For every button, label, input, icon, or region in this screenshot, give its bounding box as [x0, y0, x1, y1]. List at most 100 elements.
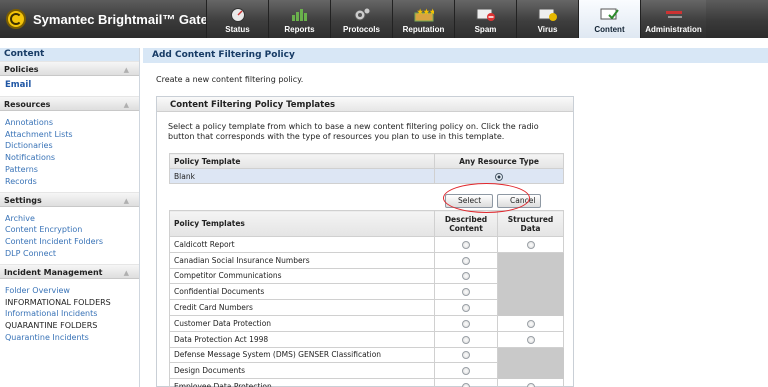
collapse-icon[interactable]: ▲ [124, 101, 129, 109]
blank-radio[interactable] [495, 172, 503, 181]
stars-icon: ★★★ [414, 6, 436, 22]
col-policy-template: Policy Template [169, 153, 435, 169]
panel-description: Select a policy template from which to b… [168, 122, 539, 141]
nav-section-resources[interactable]: Resources ▲ [0, 95, 139, 111]
tab-virus[interactable]: Virus [516, 0, 578, 38]
table-row[interactable]: Caldicott Report [169, 236, 564, 253]
nav-section-label: Resources [4, 99, 51, 109]
described-content-radio[interactable] [462, 351, 470, 360]
described-content-radio[interactable] [462, 272, 470, 281]
sidebar-item-quarantine-folders: QUARANTINE FOLDERS [5, 321, 98, 331]
sidebar-item-dlp-connect[interactable]: DLP Connect [0, 248, 139, 260]
sidebar-item-notifications[interactable]: Notifications [0, 152, 139, 164]
main-tabs: Status Reports Protocols ★★★ Reputation Spam V… [206, 0, 706, 38]
tab-label: Content [594, 25, 625, 34]
table-row[interactable]: Competitor Communications [169, 267, 564, 285]
template-name: Confidential Documents [169, 283, 435, 301]
tab-spam[interactable]: Spam [454, 0, 516, 38]
collapse-icon[interactable]: ▲ [124, 66, 129, 74]
tab-label: Reputation [402, 25, 445, 34]
bar-chart-icon [290, 6, 310, 22]
table-row[interactable]: Design Documents [169, 362, 564, 380]
nav-section-label: Incident Management [4, 267, 103, 277]
described-content-radio[interactable] [462, 335, 470, 344]
table-row[interactable]: Credit Card Numbers [169, 299, 564, 316]
tab-label: Status [225, 25, 250, 34]
sidebar-item-records[interactable]: Records [0, 176, 139, 188]
tab-protocols[interactable]: Protocols [330, 0, 392, 38]
described-content-radio[interactable] [462, 367, 470, 376]
sidebar-item-folder-overview[interactable]: Folder Overview [0, 285, 139, 297]
sidebar-item-attachment-lists[interactable]: Attachment Lists [0, 129, 139, 141]
tab-reputation[interactable]: ★★★ Reputation [392, 0, 454, 38]
collapse-icon[interactable]: ▲ [124, 269, 129, 277]
table-row[interactable]: Defense Message System (DMS) GENSER Clas… [169, 346, 564, 364]
described-content-radio[interactable] [462, 383, 470, 387]
sidebar-item-archive[interactable]: Archive [0, 213, 139, 225]
col-described-content: Described Content [434, 210, 498, 237]
structured-data-radio[interactable] [526, 319, 535, 328]
sidebar-item-patterns[interactable]: Patterns [0, 164, 139, 176]
tab-label: Virus [537, 25, 558, 34]
col-policy-templates: Policy Templates [169, 210, 435, 237]
blank-template-table: Policy Template Any Resource Type Blank [169, 153, 564, 184]
template-name: Data Protection Act 1998 [169, 330, 435, 348]
structured-data-radio[interactable] [526, 383, 535, 387]
col-structured-data: Structured Data [497, 210, 564, 237]
sidebar-item-informational-incidents[interactable]: Informational Incidents [0, 308, 139, 320]
nav-title: Content [0, 48, 139, 61]
mail-check-icon [600, 6, 620, 22]
table-row[interactable]: Customer Data Protection [169, 314, 564, 332]
sidebar-item-content-encryption[interactable]: Content Encryption [0, 224, 139, 236]
table-row[interactable]: Employee Data Protection [169, 378, 564, 387]
nav-section-incident-management[interactable]: Incident Management ▲ [0, 263, 139, 279]
sidebar-item-content-incident-folders[interactable]: Content Incident Folders [0, 236, 139, 248]
gears-icon [352, 6, 372, 22]
nav-section-policies[interactable]: Policies ▲ [0, 61, 139, 76]
panel-title: Content Filtering Policy Templates [157, 97, 573, 112]
table-row[interactable]: Blank [169, 168, 564, 184]
col-any-resource: Any Resource Type [434, 153, 564, 169]
tab-label: Spam [474, 25, 497, 34]
left-nav: Content Policies ▲ Email Resources ▲ Annotati… [0, 48, 140, 387]
sidebar-item-informational-folders: INFORMATIONAL FOLDERS [5, 297, 111, 307]
described-content-radio[interactable] [462, 319, 470, 328]
policy-templates-table: Policy Templates Described Content Struc… [169, 210, 564, 387]
tab-content[interactable]: Content [578, 0, 640, 38]
tab-label: Administration [645, 25, 702, 34]
sidebar-item-quarantine-incidents[interactable]: Quarantine Incidents [0, 332, 139, 344]
nav-section-settings[interactable]: Settings ▲ [0, 191, 139, 207]
described-content-radio[interactable] [462, 304, 470, 313]
tab-administration[interactable]: Administration [640, 0, 706, 38]
table-row[interactable]: Canadian Social Insurance Numbers [169, 251, 564, 269]
tab-label: Reports [284, 25, 315, 34]
template-name: Customer Data Protection [169, 314, 435, 332]
sidebar-item-annotations[interactable]: Annotations [0, 117, 139, 129]
collapse-icon[interactable]: ▲ [124, 197, 129, 205]
table-row[interactable]: Data Protection Act 1998 [169, 330, 564, 348]
page-title: Add Content Filtering Policy [143, 48, 768, 63]
templates-panel: Content Filtering Policy Templates Selec… [156, 96, 574, 387]
intro-text: Create a new content filtering policy. [156, 75, 304, 84]
described-content-radio[interactable] [462, 256, 470, 265]
structured-data-radio[interactable] [526, 335, 535, 344]
template-name: Caldicott Report [169, 236, 435, 253]
sidebar-item-dictionaries[interactable]: Dictionaries [0, 140, 139, 152]
table-row[interactable]: Confidential Documents [169, 283, 564, 301]
described-content-radio[interactable] [462, 288, 470, 297]
svg-text:★★★: ★★★ [417, 8, 434, 16]
sidebar-item-email[interactable]: Email [0, 76, 139, 96]
top-bar: Symantec Brightmail™ Gateway Status Repor… [0, 0, 768, 38]
select-highlight-annotation [443, 183, 530, 213]
symantec-logo-icon [6, 9, 26, 29]
template-name: Competitor Communications [169, 267, 435, 285]
template-name: Design Documents [169, 362, 435, 380]
described-content-radio[interactable] [462, 240, 470, 249]
nav-section-label: Settings [4, 195, 42, 205]
row-blank-label: Blank [169, 168, 435, 184]
brand: Symantec Brightmail™ Gateway [6, 9, 232, 29]
tools-icon [664, 6, 684, 22]
tab-status[interactable]: Status [206, 0, 268, 38]
tab-reports[interactable]: Reports [268, 0, 330, 38]
structured-data-radio[interactable] [526, 240, 535, 249]
